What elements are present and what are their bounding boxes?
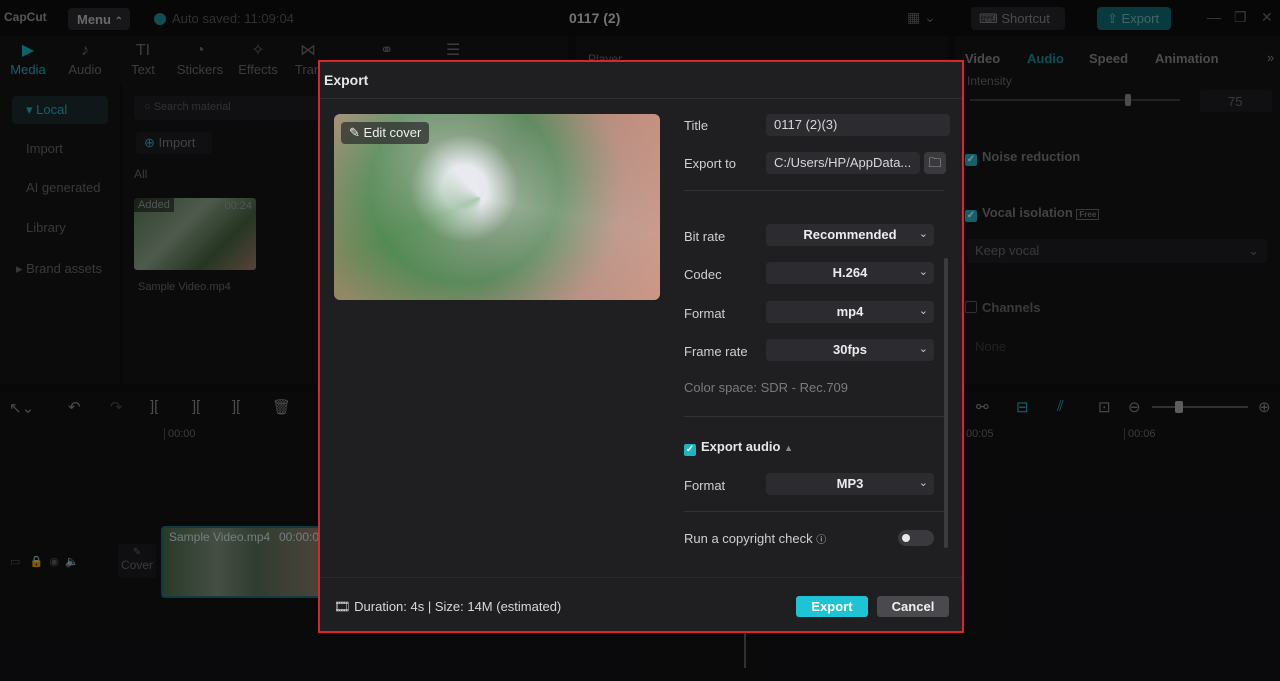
edit-cover-button[interactable]: ✎ Edit cover [341, 122, 430, 144]
cover-preview: ✎ Edit cover [334, 114, 660, 300]
copyright-check-label: Run a copyright check ⓘ [684, 531, 826, 546]
dialog-divider [320, 98, 962, 99]
title-label: Title [684, 118, 709, 133]
codec-value: H.264 [832, 265, 868, 280]
export-audio-checkbox[interactable]: ✓ Export audio ▲ [684, 439, 793, 456]
framerate-select[interactable]: 30fps ⌄ [766, 339, 934, 361]
audio-format-label: Format [684, 478, 726, 493]
checkbox-icon: ✓ [684, 444, 696, 456]
pencil-icon: ✎ [349, 125, 360, 140]
codec-label: Codec [684, 267, 722, 282]
framerate-label: Frame rate [684, 344, 748, 359]
copyright-label: Run a copyright check [684, 531, 813, 546]
export-summary-label: Duration: 4s | Size: 14M (estimated) [354, 599, 562, 614]
divider [684, 416, 944, 417]
bitrate-label: Bit rate [684, 229, 726, 244]
codec-select[interactable]: H.264 ⌄ [766, 262, 934, 284]
format-label: Format [684, 306, 726, 321]
format-value: mp4 [836, 304, 864, 319]
bitrate-value: Recommended [803, 227, 897, 242]
folder-icon: 🗀 [928, 155, 942, 170]
export-audio-label: Export audio [701, 439, 781, 454]
toggle-knob [902, 534, 910, 542]
export-to-label: Export to [684, 156, 737, 171]
divider [684, 511, 944, 512]
chevron-down-icon: ⌄ [918, 305, 928, 317]
info-icon[interactable]: ⓘ [816, 535, 826, 546]
cancel-button[interactable]: Cancel [877, 596, 949, 617]
chevron-down-icon: ⌄ [918, 477, 928, 489]
export-dialog: Export ✎ Edit cover Title 0117 (2)(3) Ex… [318, 60, 964, 633]
caret-up-icon: ▲ [784, 443, 793, 453]
chevron-down-icon: ⌄ [918, 228, 928, 240]
film-icon: 🎞 [334, 599, 351, 614]
dialog-title: Export [324, 72, 369, 88]
folder-button[interactable]: 🗀 [924, 152, 946, 174]
color-space-info: Color space: SDR - Rec.709 [684, 380, 849, 395]
edit-cover-label: Edit cover [363, 125, 422, 140]
footer-divider [320, 577, 962, 578]
audio-format-select[interactable]: MP3 ⌄ [766, 473, 934, 495]
format-select[interactable]: mp4 ⌄ [766, 301, 934, 323]
export-button[interactable]: Export [796, 596, 868, 617]
framerate-value: 30fps [833, 342, 867, 357]
audio-format-value: MP3 [836, 476, 864, 491]
title-input[interactable]: 0117 (2)(3) [766, 114, 950, 136]
copyright-check-toggle[interactable] [898, 530, 934, 546]
divider [684, 190, 944, 191]
export-summary: 🎞 Duration: 4s | Size: 14M (estimated) [334, 599, 561, 615]
chevron-down-icon: ⌄ [918, 343, 928, 355]
bitrate-select[interactable]: Recommended ⌄ [766, 224, 934, 246]
settings-scrollbar[interactable] [944, 258, 948, 548]
chevron-down-icon: ⌄ [918, 266, 928, 278]
export-path-input[interactable]: C:/Users/HP/AppData... [766, 152, 920, 174]
